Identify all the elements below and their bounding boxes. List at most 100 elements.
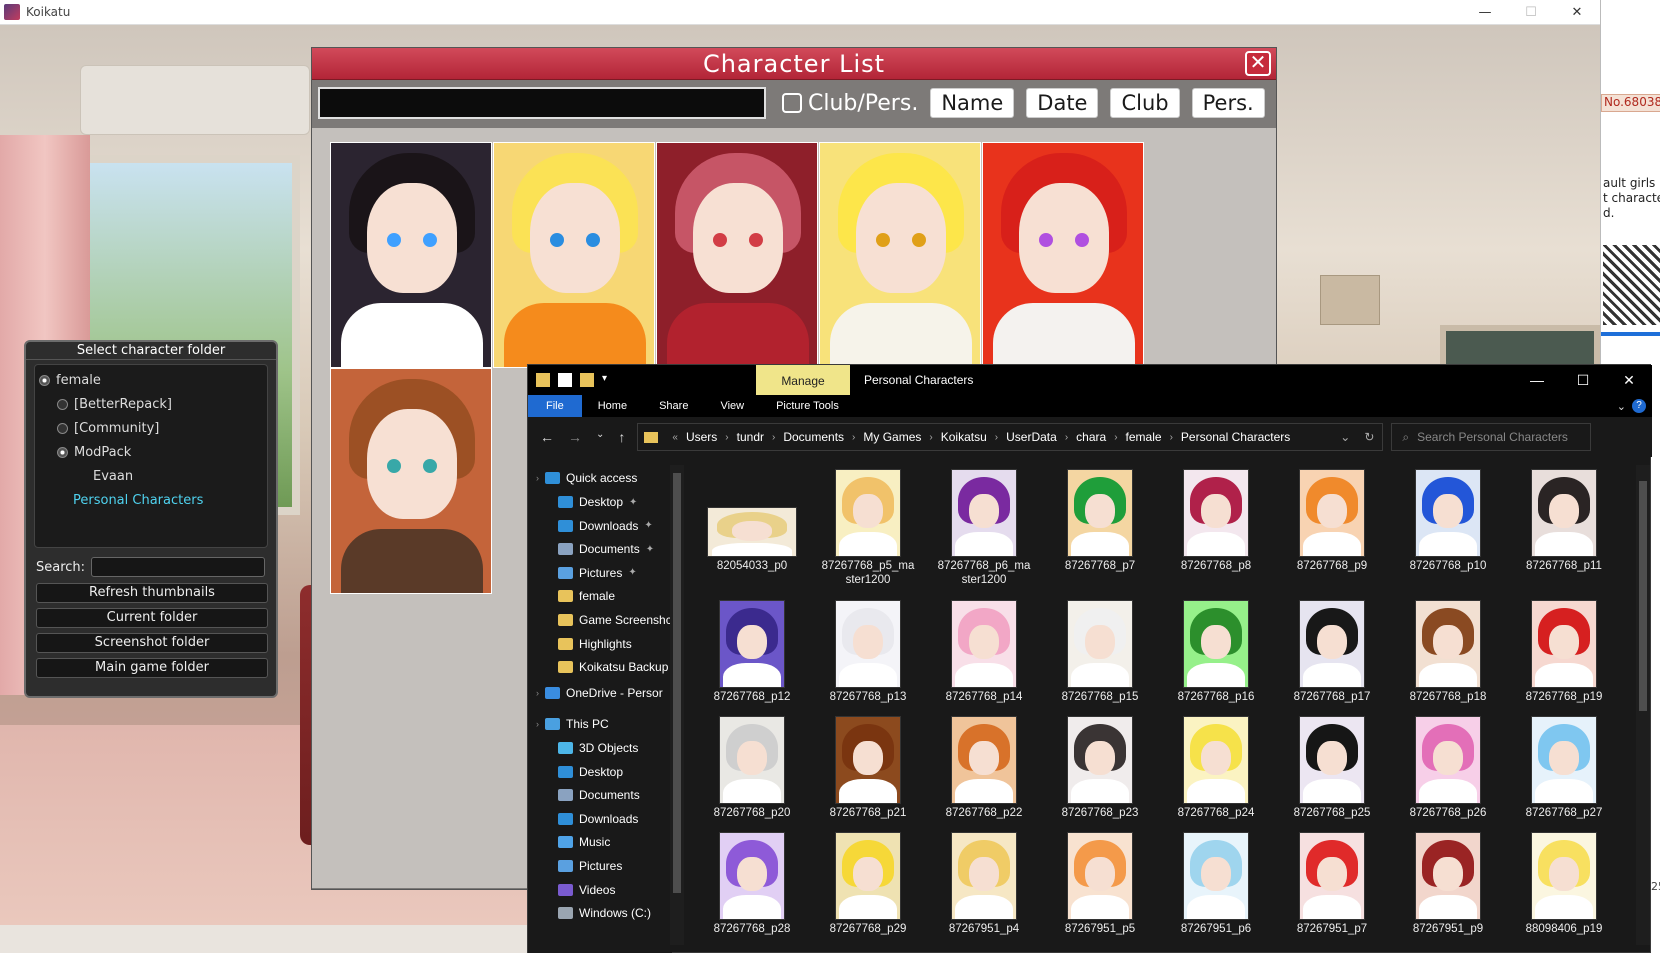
file-thumbnail[interactable]: 87267768_p11 [1509, 469, 1619, 573]
file-thumbnail[interactable]: 87267768_p17 [1277, 600, 1387, 704]
file-thumbnail[interactable]: 82054033_p0 [697, 469, 807, 573]
file-thumbnail[interactable]: 87267951_p6 [1161, 832, 1271, 936]
address-dropdown-icon[interactable]: ⌄ [1340, 430, 1350, 444]
nav-pc-item-2[interactable]: Documents [558, 788, 640, 802]
close-icon[interactable]: ✕ [1245, 51, 1271, 76]
file-thumbnail[interactable]: 87267768_p25 [1277, 716, 1387, 820]
file-thumbnail[interactable]: 87267768_p12 [697, 600, 807, 704]
nav-item-7[interactable]: Koikatsu Backup [558, 660, 668, 674]
file-thumbnail[interactable]: 87267768_p28 [697, 832, 807, 936]
breadcrumb-item[interactable]: Personal Characters [1181, 430, 1290, 444]
file-thumbnail[interactable]: 87267768_p8 [1161, 469, 1271, 573]
refresh-icon[interactable]: ↻ [1364, 430, 1374, 444]
nav-item-4[interactable]: female [558, 589, 615, 603]
file-thumbnail[interactable]: 87267768_p16 [1161, 600, 1271, 704]
breadcrumb-chevron-icon[interactable]: › [995, 432, 998, 443]
close-button[interactable]: ✕ [1554, 5, 1600, 20]
character-card[interactable] [330, 142, 492, 368]
up-arrow-icon[interactable]: ↑ [618, 429, 625, 445]
nav-pane-scrollbar[interactable] [670, 465, 684, 945]
file-thumbnail[interactable]: 87267768_p22 [929, 716, 1039, 820]
breadcrumb-chevron-icon[interactable]: › [929, 432, 932, 443]
scrollbar-thumb[interactable] [1639, 481, 1647, 711]
file-thumbnail[interactable]: 87267768_p15 [1045, 600, 1155, 704]
file-thumbnail[interactable]: 87267768_p5_ma ster1200 [813, 469, 923, 587]
expand-chevron-icon[interactable]: › [536, 473, 539, 483]
breadcrumb-chevron-icon[interactable]: › [1065, 432, 1068, 443]
file-thumbnail[interactable]: 87267768_p18 [1393, 600, 1503, 704]
file-grid-scrollbar[interactable] [1636, 465, 1650, 945]
nav-item-6[interactable]: Highlights [558, 637, 632, 651]
back-arrow-icon[interactable]: ← [540, 429, 554, 445]
breadcrumb-chevron-icon[interactable]: › [1114, 432, 1117, 443]
breadcrumb-chevron-icon[interactable]: › [852, 432, 855, 443]
address-bar[interactable]: « Users › tundr › Documents › My Games › Koikats… [637, 423, 1384, 451]
sort-name-button[interactable]: Name [930, 88, 1015, 118]
recent-dropdown-icon[interactable]: ⌄ [596, 429, 604, 445]
tab-share[interactable]: Share [643, 395, 704, 417]
breadcrumb-overflow-icon[interactable]: « [672, 432, 678, 443]
breadcrumb-item[interactable]: Documents [783, 430, 844, 444]
expand-chevron-icon[interactable]: › [536, 688, 539, 698]
sort-pers-button[interactable]: Pers. [1191, 88, 1265, 118]
folder-item-modpack[interactable]: ModPack [57, 445, 131, 460]
character-card[interactable] [493, 142, 655, 368]
expand-chevron-icon[interactable]: › [536, 719, 539, 729]
nav-pc-item-6[interactable]: Videos [558, 883, 615, 897]
file-thumbnail[interactable]: 87267768_p24 [1161, 716, 1271, 820]
nav-item-2[interactable]: Documents ✦ [558, 542, 654, 556]
folder-search-input[interactable] [91, 557, 266, 577]
nav-item-0[interactable]: Desktop ✦ [558, 495, 637, 509]
file-thumbnail[interactable]: 87267768_p27 [1509, 716, 1619, 820]
scrollbar-thumb[interactable] [673, 473, 681, 893]
nav-pc-item-4[interactable]: Music [558, 835, 610, 849]
nav-item-3[interactable]: Pictures ✦ [558, 566, 637, 580]
sort-club-button[interactable]: Club [1110, 88, 1180, 118]
nav-pc-item-7[interactable]: Windows (C:) [558, 906, 651, 920]
nav-pc-item-1[interactable]: Desktop [558, 765, 623, 779]
file-thumbnail[interactable]: 87267951_p9 [1393, 832, 1503, 936]
club-pers-filter[interactable]: Club/Pers. [782, 91, 918, 116]
nav-onedrive[interactable]: › OneDrive - Persor [536, 686, 663, 700]
folder-item-personal-characters[interactable]: Personal Characters [73, 493, 203, 508]
character-card[interactable] [982, 142, 1144, 368]
customize-dropdown-icon[interactable]: ▾ [602, 373, 612, 387]
file-thumbnail[interactable]: 87267768_p23 [1045, 716, 1155, 820]
breadcrumb-item[interactable]: My Games [863, 430, 921, 444]
help-icon[interactable]: ? [1632, 399, 1646, 413]
character-card[interactable] [656, 142, 818, 368]
folder-icon[interactable] [536, 373, 550, 387]
tab-home[interactable]: Home [582, 395, 643, 417]
breadcrumb-item[interactable]: Koikatsu [941, 430, 987, 444]
forward-arrow-icon[interactable]: → [568, 429, 582, 445]
maximize-icon[interactable]: ☐ [1560, 365, 1606, 395]
nav-pc-item-3[interactable]: Downloads [558, 812, 638, 826]
refresh-thumbnails-button[interactable]: Refresh thumbnails [36, 583, 268, 603]
club-pers-checkbox[interactable] [782, 93, 802, 113]
file-thumbnail[interactable]: 87267768_p20 [697, 716, 807, 820]
folder-item-evaan[interactable]: Evaan [93, 469, 133, 484]
file-thumbnail[interactable]: 87267768_p6_ma ster1200 [929, 469, 1039, 587]
file-thumbnail[interactable]: 87267768_p26 [1393, 716, 1503, 820]
file-thumbnail[interactable]: 87267768_p10 [1393, 469, 1503, 573]
breadcrumb-chevron-icon[interactable]: › [772, 432, 775, 443]
character-search-input[interactable] [318, 87, 766, 119]
file-thumbnail[interactable]: 87267951_p5 [1045, 832, 1155, 936]
breadcrumb-item[interactable]: female [1126, 430, 1162, 444]
file-thumbnail[interactable]: 87267951_p4 [929, 832, 1039, 936]
file-thumbnail[interactable]: 87267951_p7 [1277, 832, 1387, 936]
close-icon[interactable]: ✕ [1606, 365, 1652, 395]
explorer-search-input[interactable]: ⌕ Search Personal Characters [1391, 423, 1592, 451]
breadcrumb-item[interactable]: chara [1076, 430, 1106, 444]
breadcrumb-item[interactable]: UserData [1006, 430, 1057, 444]
file-thumbnail[interactable]: 87267768_p14 [929, 600, 1039, 704]
sort-date-button[interactable]: Date [1026, 88, 1099, 118]
file-thumbnail[interactable]: 87267768_p9 [1277, 469, 1387, 573]
nav-quick-access[interactable]: › Quick access [536, 471, 637, 485]
main-game-folder-button[interactable]: Main game folder [36, 658, 268, 678]
file-thumbnail[interactable]: 88098406_p19 [1509, 832, 1619, 936]
nav-this-pc[interactable]: › This PC [536, 717, 609, 731]
file-thumbnail[interactable]: 87267768_p19 [1509, 600, 1619, 704]
nav-item-5[interactable]: Game Screenshc [558, 613, 672, 627]
properties-icon[interactable] [558, 373, 572, 387]
